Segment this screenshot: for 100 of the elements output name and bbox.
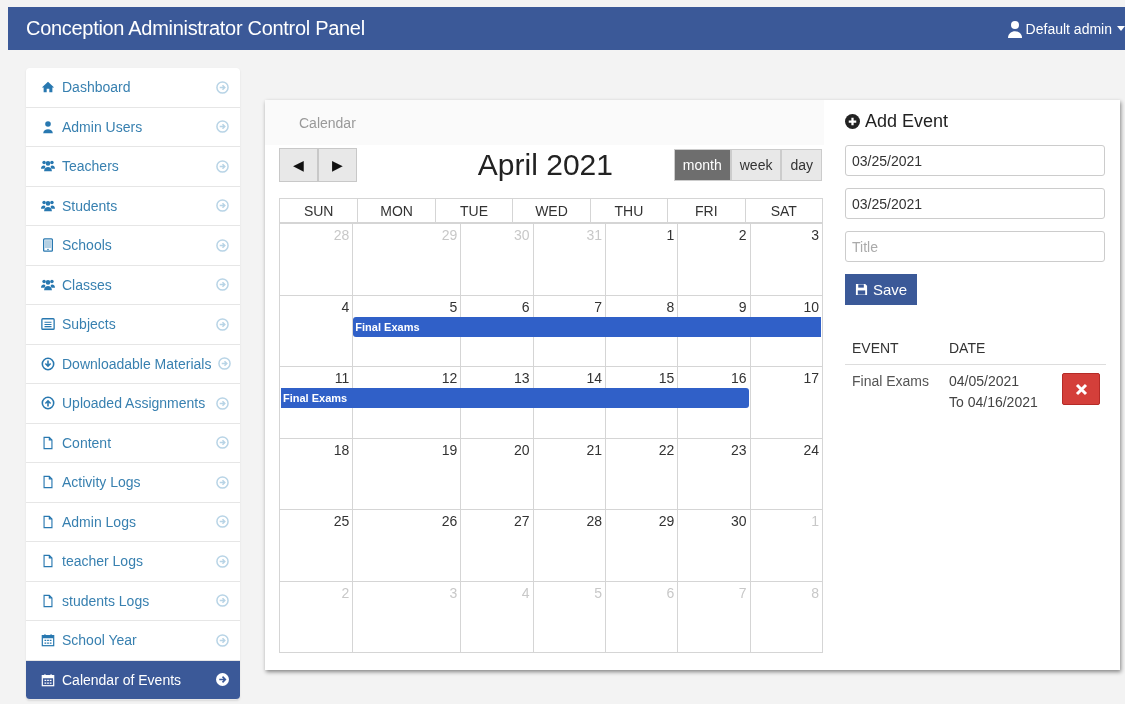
column-header: DATE	[949, 340, 986, 356]
sidebar-item[interactable]: Dashboard	[26, 68, 240, 108]
day-number: 18	[333, 441, 350, 458]
arrow-circle-icon	[216, 396, 229, 410]
weekday-header: WED	[512, 199, 590, 223]
view-tab[interactable]: month	[673, 149, 731, 181]
event-bar-segment[interactable]	[749, 316, 821, 337]
day-number: 19	[441, 441, 458, 458]
event-end-date: To 04/16/2021	[949, 394, 1039, 410]
day-number: 11	[334, 370, 350, 386]
month-title: April 2021	[477, 148, 613, 182]
day-cell[interactable]: 28	[532, 509, 605, 581]
day-cell[interactable]: 20	[460, 437, 533, 509]
user-icon	[1006, 19, 1023, 38]
arrow-circle-icon	[216, 278, 229, 292]
day-cell[interactable]: 27	[460, 509, 533, 581]
user-icon	[41, 119, 55, 134]
day-number: 1	[666, 227, 675, 243]
view-tab[interactable]: day	[781, 149, 822, 181]
weekday-header: TUE	[434, 199, 513, 223]
day-number: 25	[333, 513, 350, 529]
day-cell[interactable]: 29	[605, 509, 678, 581]
day-cell[interactable]: 18	[280, 437, 353, 509]
day-number: 13	[514, 370, 530, 386]
column-header: EVENT	[851, 340, 900, 356]
day-cell[interactable]: 4	[280, 294, 353, 366]
arrow-circle-icon	[216, 673, 229, 687]
start-date-field[interactable]: 03/25/2021	[845, 145, 1105, 176]
add-event-heading: Add Event	[865, 110, 949, 132]
tablet-icon	[41, 238, 55, 253]
title-field[interactable]: Title	[845, 231, 1105, 262]
list-icon	[41, 317, 55, 332]
day-number: 4	[341, 298, 350, 315]
day-number: 29	[658, 513, 675, 529]
arrow-circle-icon	[216, 554, 229, 568]
arrow-circle-icon	[216, 633, 229, 647]
day-number: 7	[594, 298, 602, 315]
file-icon	[41, 554, 55, 569]
prev-button[interactable]: ◀	[279, 148, 318, 182]
save-button[interactable]: Save	[845, 274, 918, 305]
event-bar-segment[interactable]: Final Exams	[281, 388, 353, 408]
arrow-circle-icon	[216, 475, 229, 489]
delete-button[interactable]	[1062, 373, 1100, 405]
arrow-circle-icon	[216, 436, 229, 450]
day-number: 21	[586, 441, 602, 458]
day-cell[interactable]: 26	[352, 509, 461, 581]
close-icon	[1074, 382, 1088, 396]
weekday-header: SUN	[280, 199, 358, 223]
sidebar-item[interactable]: School Year	[26, 621, 240, 661]
caret-icon	[1117, 25, 1125, 32]
file-icon	[41, 514, 55, 529]
day-cell[interactable]: 21	[532, 437, 605, 509]
day-cell[interactable]: 19	[352, 437, 461, 509]
day-cell[interactable]: 22	[605, 437, 678, 509]
day-cell[interactable]: 25	[280, 509, 353, 581]
day-number: 16	[731, 370, 747, 386]
end-date-field[interactable]: 03/25/2021	[845, 188, 1105, 219]
sidebar-item[interactable]: Content	[26, 423, 240, 463]
day-cell[interactable]: 30	[677, 509, 750, 581]
view-tab[interactable]: week	[730, 149, 782, 181]
weekday-header: SAT	[744, 199, 822, 223]
event-bar-segment[interactable]: Final Exams	[353, 316, 461, 337]
sidebar-item[interactable]: Classes	[26, 265, 240, 305]
day-cell[interactable]: 17	[749, 366, 822, 438]
sidebar-item[interactable]: Subjects	[26, 305, 240, 345]
day-number: 28	[586, 513, 602, 529]
next-button[interactable]: ▶	[318, 148, 357, 182]
day-number: 30	[731, 513, 747, 529]
sidebar-item[interactable]: Students	[26, 186, 240, 226]
sidebar-item[interactable]: Downloadable Materials	[26, 344, 240, 384]
day-cell[interactable]: 1	[605, 223, 678, 295]
arrow-circle-icon	[216, 120, 229, 134]
sidebar-item[interactable]: Uploaded Assignments	[26, 384, 240, 424]
sidebar-item[interactable]: students Logs	[26, 581, 240, 621]
user-menu[interactable]: Default admin	[1006, 19, 1125, 38]
day-cell[interactable]: 2	[677, 223, 750, 295]
sidebar-item[interactable]: Activity Logs	[26, 463, 240, 503]
arrow-circle-icon	[216, 594, 229, 608]
sidebar-item[interactable]: Admin Logs	[26, 502, 240, 542]
sidebar-item[interactable]: teacher Logs	[26, 542, 240, 582]
day-number: 23	[731, 441, 747, 458]
app-title: Conception Administrator Control Panel	[25, 17, 365, 40]
calendar-icon	[41, 672, 55, 687]
users-icon	[41, 277, 55, 292]
day-cell[interactable]: 24	[749, 437, 822, 509]
day-cell[interactable]: 23	[677, 437, 750, 509]
day-number: 2	[738, 227, 747, 243]
sidebar-item[interactable]: Teachers	[26, 147, 240, 187]
arrow-circle-icon	[216, 80, 229, 94]
arrow-circle-icon	[216, 159, 229, 173]
day-number: 26	[441, 513, 458, 529]
sidebar-item[interactable]: Calendar of Events	[26, 660, 240, 700]
day-number: 5	[449, 298, 458, 315]
sidebar-item[interactable]: Admin Users	[26, 107, 240, 147]
day-cell[interactable]: 3	[749, 223, 822, 295]
file-icon	[41, 435, 55, 450]
file-icon	[41, 593, 55, 608]
sidebar-item[interactable]: Schools	[26, 226, 240, 266]
day-number: 20	[514, 441, 530, 458]
day-number: 14	[586, 370, 602, 386]
